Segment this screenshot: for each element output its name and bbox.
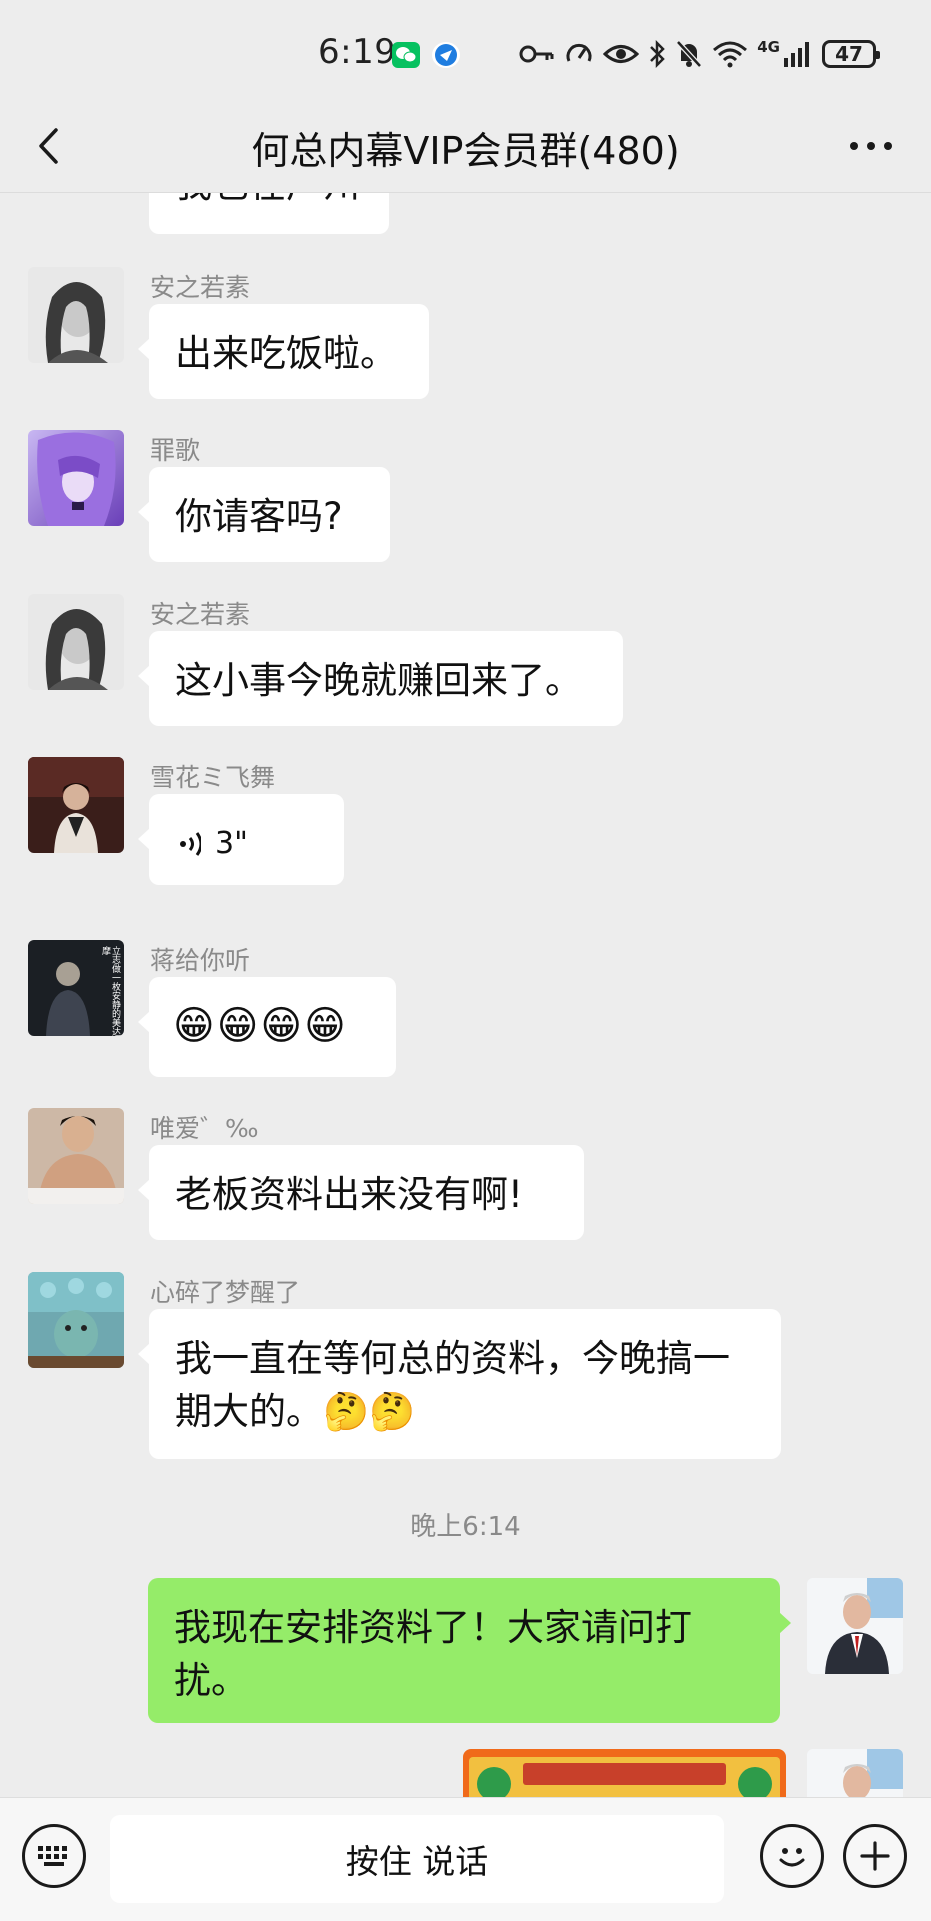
voice-message[interactable]: 3" [138,794,344,885]
wechat-icon [392,42,420,68]
message-bubble[interactable]: 出来吃饭啦。 [138,304,429,399]
avatar[interactable] [28,1272,124,1368]
avatar[interactable] [28,594,124,690]
battery-level: 47 [835,42,863,66]
sender-name: 唯爱゛‰ [150,1114,259,1143]
sender-name: 安之若素 [150,600,251,629]
image-message[interactable] [463,1749,786,1797]
status-icons: 4G 47 [519,36,880,72]
avatar[interactable] [28,1108,124,1204]
status-bar: 6:19 4G 47 [0,0,931,100]
emoji-button[interactable] [760,1824,824,1888]
key-icon [519,45,554,63]
signal-icon [784,42,809,67]
emoji-icon [779,1848,805,1867]
avatar[interactable] [807,1749,903,1797]
page-title: 何总内幕VIP会员群(480) [251,129,680,173]
network-type: 4G [757,38,780,56]
status-time: 6:19 [318,32,397,72]
message-bubble[interactable]: 这小事今晚就赚回来了。 [138,631,623,726]
hold-to-talk-button[interactable]: 按住 说话 [110,1815,724,1903]
sender-name: 蒋给你听 [150,946,251,975]
message-bubble[interactable]: 我一直在等何总的资料，今晚搞一期大的。🤔🤔 [138,1309,781,1459]
emoji-message[interactable]: 😁😁😁😁 [138,977,396,1077]
message-bubble[interactable]: 我现在安排资料了！大家请问打扰。 [148,1578,791,1723]
emoji-text: 😁😁😁😁 [173,1003,348,1049]
battery-icon: 47 [822,40,880,68]
message-list[interactable]: 我也在广州 安之若素 出来吃饭啦。 [0,193,931,1797]
avatar[interactable] [28,267,124,363]
bluetooth-icon [650,39,666,69]
voice-wave-icon [180,831,201,856]
avatar[interactable] [28,757,124,853]
wifi-icon [713,41,748,68]
eye-icon [603,45,640,63]
chat-header: 何总内幕VIP会员群(480) [0,100,931,193]
more-dots-icon [850,142,892,150]
input-bar: 按住 说话 [0,1797,931,1921]
message-bubble[interactable]: 你请客吗? [138,467,390,562]
sender-name: 心碎了梦醒了 [150,1278,301,1307]
plus-button[interactable] [843,1824,907,1888]
plus-icon [860,1841,890,1871]
mute-icon [676,40,703,68]
sender-name: 罪歌 [150,436,201,465]
voice-duration: 3" [215,826,248,861]
avatar[interactable] [28,430,124,526]
keyboard-button[interactable] [22,1824,86,1888]
keyboard-icon [38,1846,67,1866]
avatar[interactable] [807,1578,903,1674]
timestamp: 晚上6:14 [410,1512,521,1542]
message-bubble[interactable]: 老板资料出来没有啊! [138,1145,584,1240]
more-button[interactable] [839,122,903,170]
speed-icon [566,43,592,62]
avatar[interactable]: 立志做一枚安静的美达摩 [28,940,124,1036]
avatar-caption: 立志做一枚安静的美达摩 [100,946,120,1036]
sender-name: 雪花ミ飞舞 [150,763,276,792]
sender-name: 安之若素 [150,273,251,302]
browser-icon [432,42,460,68]
message-bubble[interactable]: 我也在广州 [149,193,389,234]
